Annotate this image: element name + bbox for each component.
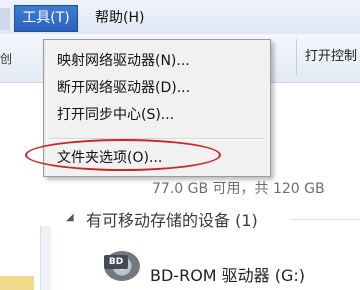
menu-bar: 工具(T) 帮助(H) [0,0,360,35]
menu-bar-edge [0,8,10,30]
menu-tools[interactable]: 工具(T) [14,5,78,32]
menu-item-map-network-drive[interactable]: 映射网络驱动器(N)... [57,50,190,72]
toolbar-left-label[interactable]: 创 [0,50,12,67]
section-divider [292,219,360,220]
section-collapse-arrow-icon[interactable]: ◢ [66,212,74,223]
open-control-panel-button[interactable]: 打开控制 [296,39,360,75]
menu-help[interactable]: 帮助(H) [95,5,144,32]
menu-item-open-sync-center[interactable]: 打开同步中心(S)... [57,104,174,126]
bd-rom-drive-label[interactable]: BD-ROM 驱动器 (G:) [150,262,305,286]
menu-item-disconnect-network-drive[interactable]: 断开网络驱动器(D)... [57,77,190,99]
scrollbar[interactable] [40,226,51,290]
removable-storage-section-title[interactable]: 有可移动存储的设备 (1) [86,207,258,231]
bottom-edge [0,276,34,290]
disk-space-info: 77.0 GB 可用，共 120 GB [152,181,325,197]
annotation-ellipse [25,139,221,171]
bd-badge-icon: BD [104,255,128,269]
